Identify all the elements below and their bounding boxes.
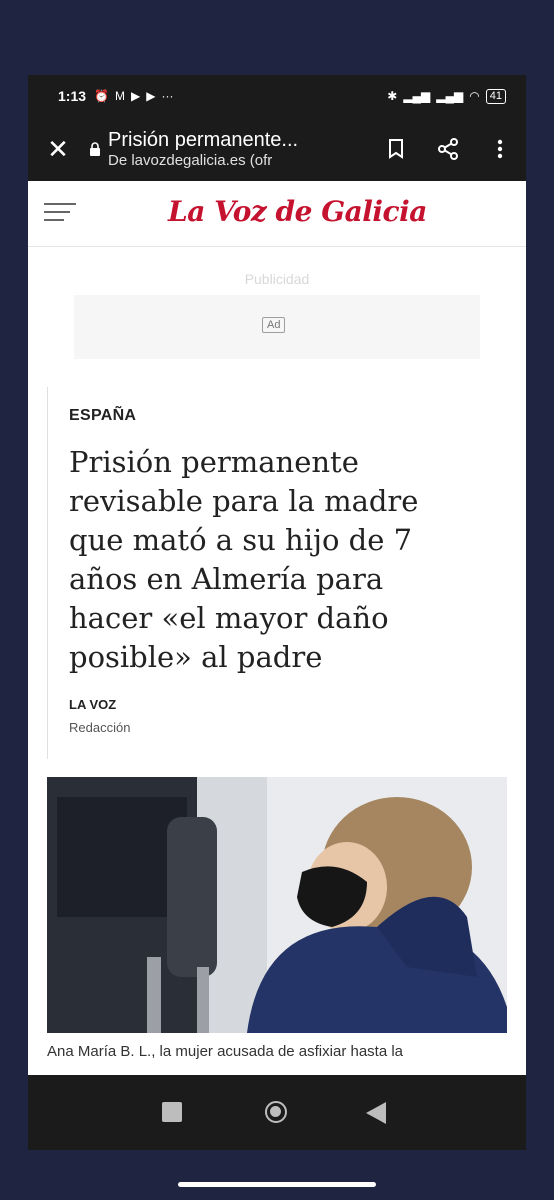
- author-name: LA VOZ: [69, 697, 117, 712]
- bookmark-icon[interactable]: [370, 139, 422, 159]
- close-icon[interactable]: ✕: [28, 134, 88, 165]
- ad-label: Publicidad: [244, 271, 310, 287]
- bluetooth-icon: ✱: [387, 89, 398, 103]
- article-photo[interactable]: [47, 777, 507, 1033]
- article-headline: Prisión permanente revisable para la mad…: [69, 445, 419, 674]
- status-time: 1:13: [58, 88, 87, 104]
- more-notifications-icon: ···: [161, 89, 174, 103]
- back-icon[interactable]: [366, 1102, 386, 1124]
- signal-icon: ▂▄▆: [436, 89, 464, 103]
- youtube-icon: ▶: [146, 89, 156, 103]
- site-header: La Voz de Galicia: [28, 181, 526, 247]
- status-bar: 1:13 ⏰ M ▶ ▶ ··· ✱ ▂▄▆ ▂▄▆ ◠ 41: [28, 75, 526, 117]
- recents-icon[interactable]: [162, 1102, 182, 1122]
- youtube-icon: ▶: [130, 89, 141, 103]
- article-header: ESPAÑA Prisión permanente revisable para…: [47, 387, 507, 759]
- status-right: ✱ ▂▄▆ ▂▄▆ ◠ 41: [387, 88, 506, 104]
- gmail-icon: M: [114, 89, 125, 103]
- home-icon[interactable]: [265, 1101, 287, 1123]
- section-label[interactable]: ESPAÑA: [69, 407, 136, 425]
- page-info[interactable]: Prisión permanente... De lavozdegalicia.…: [108, 128, 370, 170]
- wifi-icon: ◠: [469, 89, 480, 103]
- ad-slot[interactable]: Ad: [74, 295, 480, 359]
- author-role: Redacción: [69, 720, 131, 735]
- share-icon[interactable]: [422, 138, 474, 160]
- phone-screen: 1:13 ⏰ M ▶ ▶ ··· ✱ ▂▄▆ ▂▄▆ ◠ 41 ✕ Prisió…: [28, 75, 526, 1150]
- browser-toolbar: ✕ Prisión permanente... De lavozdegalici…: [28, 117, 526, 181]
- lock-icon: [88, 141, 102, 157]
- site-logo[interactable]: La Voz de Galicia: [168, 195, 427, 228]
- ad-badge: Ad: [262, 317, 286, 333]
- photo-caption: Ana María B. L., la mujer acusada de asf…: [47, 1043, 404, 1060]
- battery-icon: 41: [485, 88, 506, 104]
- home-indicator[interactable]: [178, 1182, 376, 1187]
- page-title: Prisión permanente...: [108, 129, 299, 151]
- alarm-icon: ⏰: [94, 89, 109, 103]
- signal-icon: ▂▄▆: [403, 89, 431, 103]
- system-nav-bar: [28, 1075, 526, 1150]
- menu-icon[interactable]: [44, 203, 76, 227]
- page-url: De lavozdegalicia.es (ofr: [108, 152, 273, 169]
- more-vert-icon[interactable]: [474, 139, 526, 159]
